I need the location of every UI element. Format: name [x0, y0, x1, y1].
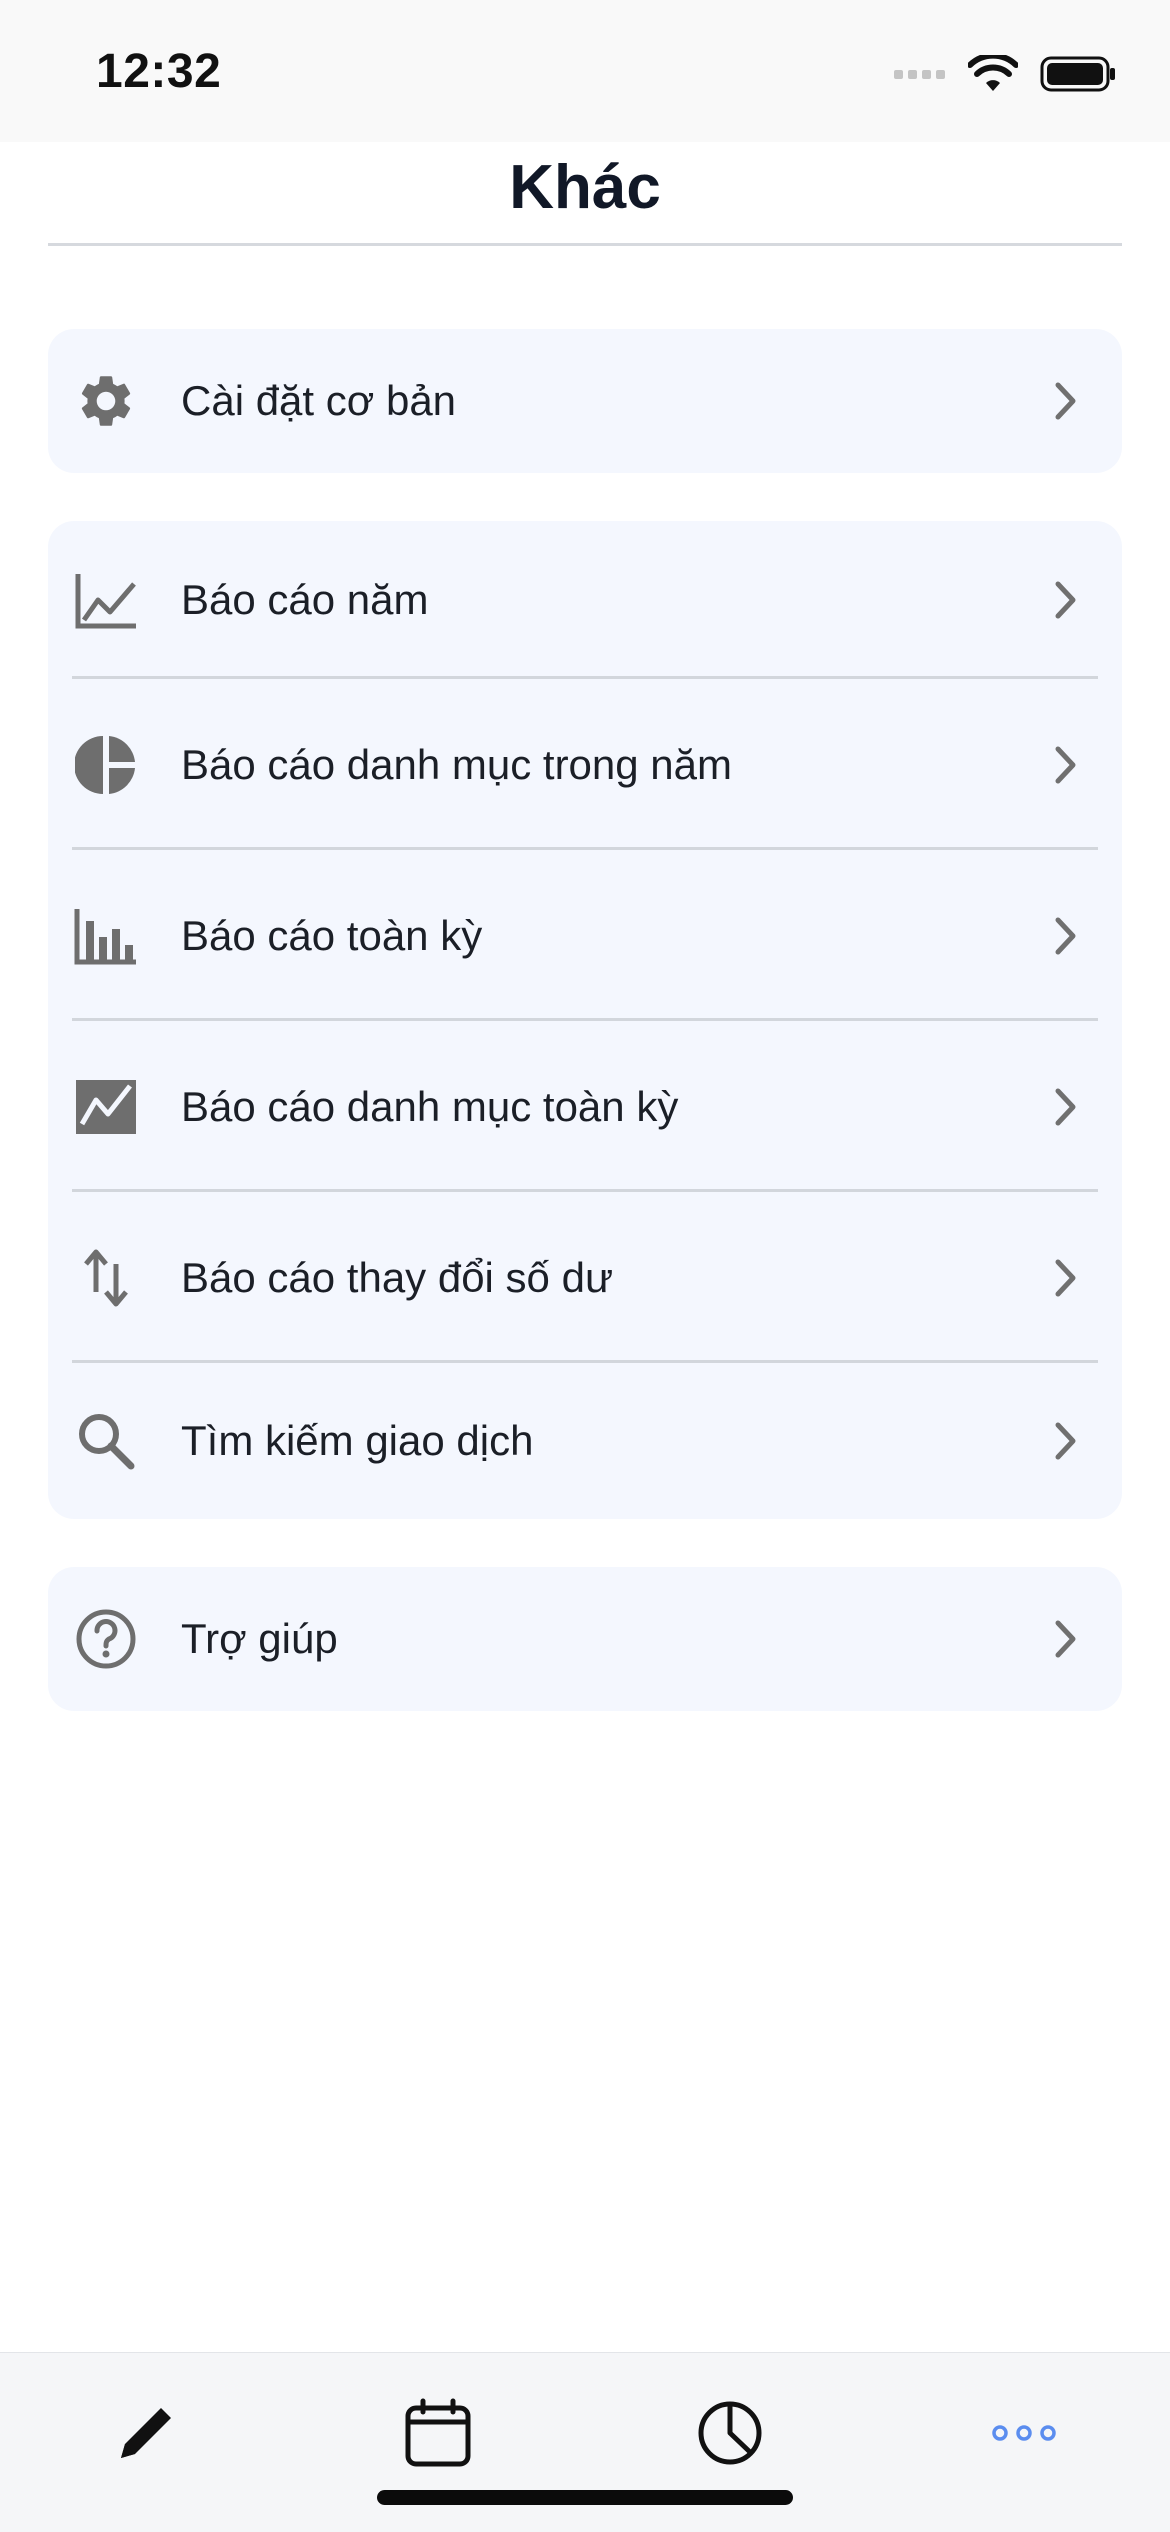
menu-item-all-time-report[interactable]: Báo cáo toàn kỳ: [48, 850, 1122, 1021]
status-icons: [894, 52, 1116, 96]
bar-chart-icon: [74, 904, 138, 968]
menu-item-label: Báo cáo danh mục trong năm: [181, 740, 733, 788]
pie-chart-icon: [74, 733, 138, 797]
chevron-right-icon: [1050, 578, 1080, 622]
menu-item-label: Tìm kiếm giao dịch: [181, 1417, 534, 1464]
tab-entry[interactable]: [86, 2375, 206, 2495]
screen: 12:32 Khác Cài đặt cơ bản Báo cáo năm Bá…: [0, 0, 1170, 2532]
reports-group: Báo cáo năm Báo cáo danh mục trong năm B…: [48, 521, 1122, 1519]
menu-item-basic-settings[interactable]: Cài đặt cơ bản: [48, 329, 1122, 473]
area-chart-icon: [74, 1075, 138, 1139]
menu-item-label: Báo cáo thay đổi số dư: [181, 1253, 614, 1301]
menu-item-search-transactions[interactable]: Tìm kiếm giao dịch: [48, 1363, 1122, 1519]
wifi-icon: [968, 55, 1018, 93]
chevron-right-icon: [1050, 1256, 1080, 1300]
battery-icon: [1040, 56, 1116, 92]
calendar-icon: [403, 2398, 473, 2473]
menu-item-category-all-time-report[interactable]: Báo cáo danh mục toàn kỳ: [48, 1021, 1122, 1192]
header: Khác: [48, 142, 1122, 246]
menu-item-label: Trợ giúp: [181, 1615, 338, 1662]
chevron-right-icon: [1050, 1085, 1080, 1129]
search-icon: [74, 1409, 138, 1473]
chevron-right-icon: [1050, 743, 1080, 787]
tab-bar: [0, 2352, 1170, 2532]
tab-calendar[interactable]: [378, 2375, 498, 2495]
help-circle-icon: [74, 1607, 138, 1671]
menu-item-balance-change-report[interactable]: Báo cáo thay đổi số dư: [48, 1192, 1122, 1363]
more-dots-icon: [992, 2423, 1056, 2448]
help-group: Trợ giúp: [48, 1567, 1122, 1711]
menu-item-label: Báo cáo toàn kỳ: [181, 911, 483, 959]
menu-item-label: Báo cáo năm: [181, 576, 429, 623]
menu-item-label: Báo cáo danh mục toàn kỳ: [181, 1082, 679, 1130]
pencil-icon: [111, 2398, 181, 2473]
tab-more[interactable]: [964, 2375, 1084, 2495]
gear-icon: [74, 369, 138, 433]
menu-item-category-yearly-report[interactable]: Báo cáo danh mục trong năm: [48, 679, 1122, 850]
chevron-right-icon: [1050, 914, 1080, 958]
page-title: Khác: [509, 153, 661, 222]
swap-vertical-icon: [74, 1246, 138, 1310]
tab-reports[interactable]: [670, 2375, 790, 2495]
line-chart-icon: [74, 568, 138, 632]
cellular-signal-icon: [894, 66, 946, 82]
settings-group: Cài đặt cơ bản: [48, 329, 1122, 473]
menu-item-yearly-report[interactable]: Báo cáo năm: [48, 521, 1122, 679]
menu-item-help[interactable]: Trợ giúp: [48, 1567, 1122, 1711]
chevron-right-icon: [1050, 1617, 1080, 1661]
menu-item-label: Cài đặt cơ bản: [181, 377, 457, 424]
chevron-right-icon: [1050, 379, 1080, 423]
chevron-right-icon: [1050, 1419, 1080, 1463]
status-time: 12:32: [96, 45, 222, 98]
status-bar: 12:32: [0, 0, 1170, 142]
home-indicator[interactable]: [377, 2490, 793, 2505]
pie-chart-outline-icon: [695, 2398, 765, 2473]
